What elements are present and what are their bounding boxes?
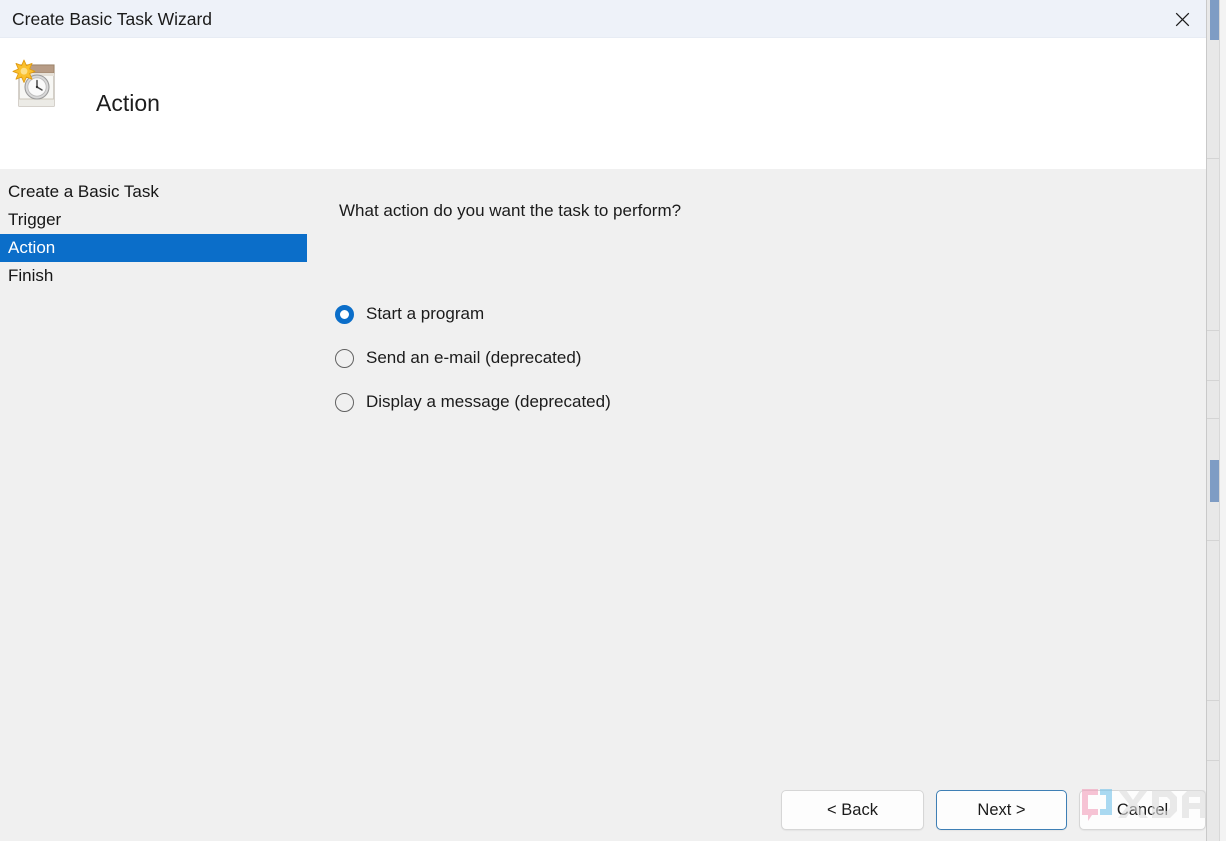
sidebar-item-action[interactable]: Action: [0, 234, 307, 262]
background-window-scrollbar[interactable]: [1219, 0, 1226, 841]
sidebar-item-label: Trigger: [8, 210, 62, 229]
sidebar-item-label: Finish: [8, 266, 54, 285]
radio-option-start-a-program[interactable]: Start a program: [335, 292, 895, 336]
wizard-step-list: Create a Basic Task Trigger Action Finis…: [0, 178, 307, 290]
radio-button-icon[interactable]: [335, 392, 354, 412]
cancel-button-label: Cancel: [1116, 800, 1169, 819]
close-button[interactable]: [1159, 0, 1206, 38]
task-scheduler-calendar-clock-icon: [11, 57, 63, 111]
radio-option-label: Send an e-mail (deprecated): [366, 348, 582, 367]
next-button[interactable]: Next >: [936, 790, 1067, 830]
page-title: Action: [96, 90, 160, 116]
wizard-header: Action: [0, 38, 1206, 169]
radio-option-label: Start a program: [366, 304, 485, 323]
back-button[interactable]: < Back: [781, 790, 924, 830]
sidebar-item-label: Action: [8, 238, 56, 257]
wizard-footer: < Back Next > Cancel: [0, 779, 1206, 841]
sidebar-item-label: Create a Basic Task: [8, 182, 159, 201]
create-basic-task-wizard-window: Create Basic Task Wizard Action Create a…: [0, 0, 1206, 841]
sidebar-item-create-a-basic-task[interactable]: Create a Basic Task: [0, 178, 307, 206]
radio-option-label: Display a message (deprecated): [366, 392, 611, 411]
radio-option-display-a-message[interactable]: Display a message (deprecated): [335, 380, 895, 424]
radio-button-selected-icon[interactable]: [335, 304, 354, 324]
radio-option-send-an-email[interactable]: Send an e-mail (deprecated): [335, 336, 895, 380]
wizard-body: Create a Basic Task Trigger Action Finis…: [0, 169, 1206, 841]
background-window-sliver: [1206, 0, 1226, 841]
action-radio-group: Start a program Send an e-mail (deprecat…: [335, 292, 895, 424]
next-button-label: Next >: [977, 800, 1026, 819]
titlebar: Create Basic Task Wizard: [0, 0, 1206, 38]
sidebar-item-finish[interactable]: Finish: [0, 262, 307, 290]
radio-button-icon[interactable]: [335, 348, 354, 368]
question-text: What action do you want the task to perf…: [339, 201, 682, 220]
back-button-label: < Back: [827, 800, 878, 819]
sidebar-item-trigger[interactable]: Trigger: [0, 206, 307, 234]
cancel-button[interactable]: Cancel: [1079, 790, 1206, 830]
window-title: Create Basic Task Wizard: [12, 9, 213, 29]
close-icon: [1175, 12, 1190, 27]
